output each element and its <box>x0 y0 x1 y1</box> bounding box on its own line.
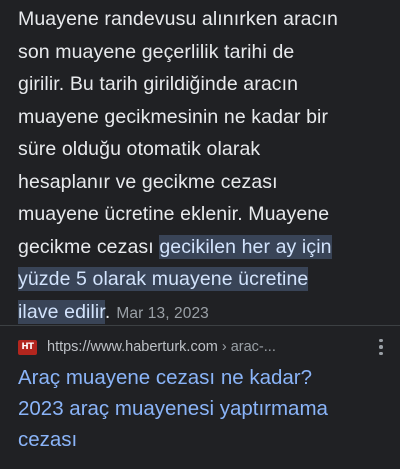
snippet-line: süre olduğu otomatik olarak <box>18 138 261 160</box>
source-breadcrumb: › arac-... <box>217 339 276 355</box>
source-url[interactable]: https://www.haberturk.com › arac-... <box>47 339 276 355</box>
featured-snippet-card: Muayene randevusu alınırken aracın son mu… <box>0 0 400 469</box>
source-domain: https://www.haberturk.com <box>47 339 218 355</box>
site-favicon: HT <box>18 339 37 355</box>
snippet-line: son muayene geçerlilik tarihi de <box>18 40 295 63</box>
highlight-line: ilave edilir <box>18 300 105 323</box>
snippet-end-punctuation: . <box>104 300 111 323</box>
snippet-date: Mar 13, 2023 <box>116 304 209 322</box>
highlight-line: yüzde 5 olarak muayene ücretine <box>18 268 309 290</box>
snippet-line: girilir. Bu tarih girildiğinde aracın <box>18 73 299 95</box>
result-title-line: cezası <box>18 428 78 451</box>
snippet-text: Muayene randevusu alınırken aracın son mu… <box>18 3 388 330</box>
snippet-line: hesaplanır ve gecikme cezası <box>18 170 278 193</box>
more-vert-icon[interactable] <box>376 337 386 357</box>
result-title-line: Araç muayene cezası ne kadar? <box>18 366 312 389</box>
result-title-line: 2023 araç muayenesi yaptırmama <box>18 397 328 420</box>
snippet-line: gecikme cezası <box>18 235 160 258</box>
source-row[interactable]: HT https://www.haberturk.com › arac-... <box>18 337 388 357</box>
snippet-line: muayene gecikmesinin ne kadar bir <box>18 105 329 128</box>
highlight-line: gecikilen her ay için <box>159 235 332 258</box>
snippet-line: Muayene randevusu alınırken aracın <box>18 8 338 30</box>
snippet-line: muayene ücretine eklenir. Muayene <box>18 203 330 225</box>
result-title-link[interactable]: Araç muayene cezası ne kadar? 2023 araç … <box>18 362 388 455</box>
divider <box>0 325 400 326</box>
